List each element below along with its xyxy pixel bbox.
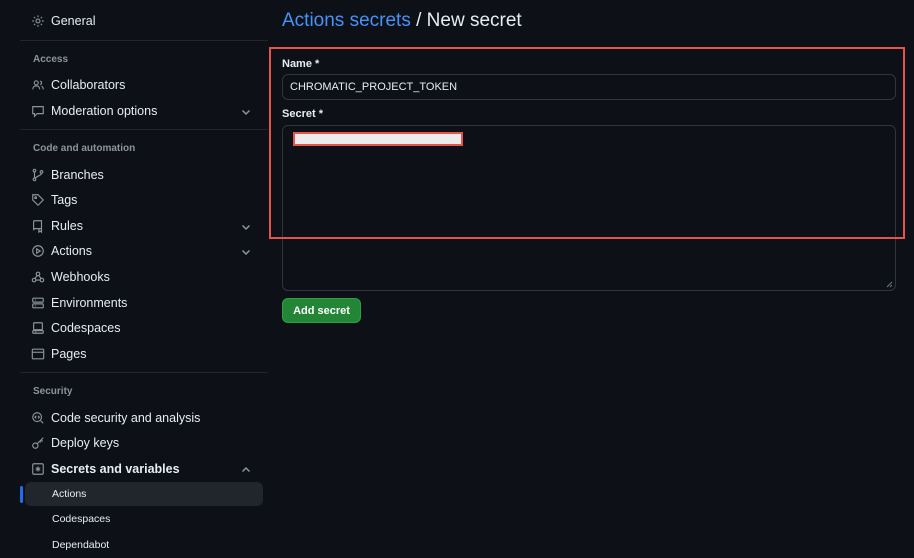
sidebar-item-moderation-options[interactable]: Moderation options	[20, 99, 263, 123]
play-icon	[31, 244, 45, 258]
sidebar-item-deploy-keys[interactable]: Deploy keys	[20, 431, 263, 455]
codescan-icon	[31, 411, 45, 425]
sidebar-item-label: General	[51, 14, 96, 28]
section-heading-code-automation: Code and automation	[33, 143, 136, 154]
browser-icon	[31, 347, 45, 361]
sidebar-item-label: Environments	[51, 296, 128, 310]
page-title: Actions secrets / New secret	[282, 10, 522, 32]
sidebar-item-branches[interactable]: Branches	[20, 163, 263, 187]
sidebar-item-collaborators[interactable]: Collaborators	[20, 73, 263, 97]
chevron-down-icon	[241, 221, 251, 231]
git-branch-icon	[31, 168, 45, 182]
tag-icon	[31, 193, 45, 207]
resize-handle-icon[interactable]	[885, 280, 893, 288]
name-label: Name *	[282, 58, 320, 70]
gear-icon	[31, 14, 45, 28]
sidebar-item-label: Collaborators	[51, 78, 126, 92]
sidebar-item-label: Webhooks	[51, 270, 110, 284]
server-icon	[31, 296, 45, 310]
people-icon	[31, 78, 45, 92]
chevron-down-icon	[241, 106, 251, 116]
divider	[20, 129, 268, 130]
sidebar-item-label: Rules	[51, 219, 83, 233]
codespaces-icon	[31, 321, 45, 335]
sidebar-subitem-actions[interactable]: Actions	[25, 482, 263, 506]
sidebar-item-actions[interactable]: Actions	[20, 239, 263, 263]
divider	[20, 372, 268, 373]
key-icon	[31, 436, 45, 450]
page-title-text: New secret	[426, 10, 522, 31]
chevron-down-icon	[241, 246, 251, 256]
comment-icon	[31, 104, 45, 118]
breadcrumb-actions-secrets-link[interactable]: Actions secrets	[282, 10, 411, 31]
sidebar-item-label: Tags	[51, 193, 78, 207]
add-secret-button[interactable]: Add secret	[282, 298, 361, 323]
secret-label: Secret *	[282, 108, 323, 120]
sidebar-item-codespaces[interactable]: Codespaces	[20, 316, 263, 340]
sidebar-item-secrets-and-variables[interactable]: Secrets and variables	[20, 457, 263, 481]
asterisk-icon	[31, 462, 45, 476]
secret-value-textarea[interactable]	[282, 125, 896, 291]
breadcrumb-separator: /	[416, 10, 422, 31]
secret-name-input[interactable]	[282, 74, 896, 100]
sidebar-subitem-codespaces[interactable]: Codespaces	[25, 507, 263, 531]
sidebar-item-label: Secrets and variables	[51, 462, 180, 476]
sidebar-item-tags[interactable]: Tags	[20, 188, 263, 212]
section-heading-access: Access	[33, 54, 69, 65]
sidebar-item-label: Actions	[51, 244, 92, 258]
sidebar-item-general[interactable]: General	[20, 9, 263, 33]
sidebar-subitem-dependabot[interactable]: Dependabot	[25, 533, 263, 557]
sidebar-item-code-security[interactable]: Code security and analysis	[20, 406, 263, 430]
repo-push-icon	[31, 219, 45, 233]
sidebar-item-label: Moderation options	[51, 104, 158, 118]
settings-sidebar: General Access Collaborators Moderation …	[20, 0, 268, 558]
active-indicator	[20, 486, 23, 503]
webhook-icon	[31, 270, 45, 284]
redaction-overlay	[293, 132, 463, 146]
divider	[20, 40, 268, 41]
sidebar-item-environments[interactable]: Environments	[20, 291, 263, 315]
sidebar-item-rules[interactable]: Rules	[20, 214, 263, 238]
sidebar-item-label: Codespaces	[51, 321, 121, 335]
sidebar-item-label: Pages	[51, 347, 87, 361]
sidebar-item-label: Code security and analysis	[51, 411, 201, 425]
sidebar-item-webhooks[interactable]: Webhooks	[20, 265, 263, 289]
chevron-up-icon	[241, 464, 251, 474]
section-heading-security: Security	[33, 386, 73, 397]
sidebar-item-label: Branches	[51, 168, 104, 182]
sidebar-item-pages[interactable]: Pages	[20, 342, 263, 366]
sidebar-item-label: Deploy keys	[51, 436, 120, 450]
